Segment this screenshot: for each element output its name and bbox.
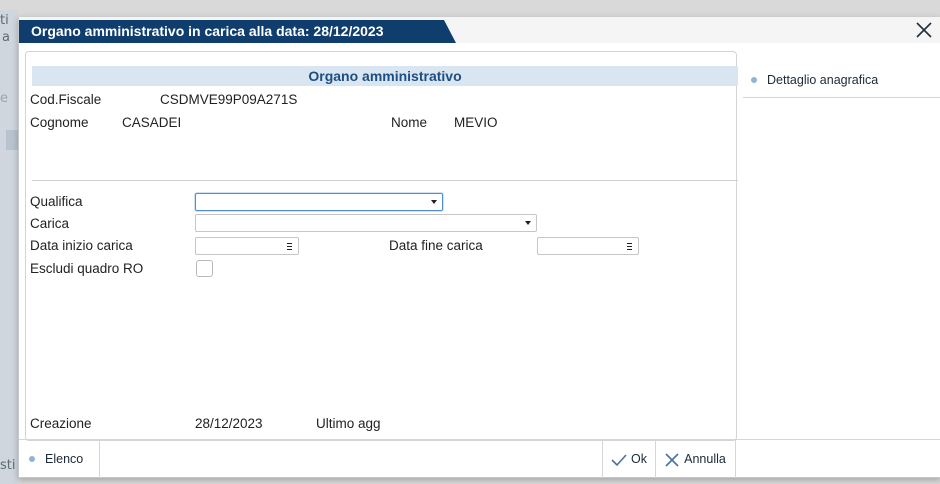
data-inizio-carica-field[interactable] (195, 237, 299, 255)
dialog-titlebar: Organo amministrativo in carica alla dat… (19, 17, 940, 43)
ultimo-agg-label: Ultimo agg (316, 416, 381, 431)
carica-select[interactable] (195, 214, 537, 232)
cod-fiscale-value: CSDMVE99P09A271S (160, 92, 298, 107)
ok-label: Ok (631, 452, 647, 466)
background-fragment-3: e (0, 91, 8, 106)
elenco-label: Elenco (45, 452, 84, 466)
data-fine-carica-label: Data fine carica (389, 238, 483, 253)
close-icon[interactable] (915, 21, 933, 39)
side-item-dettaglio-anagrafica[interactable]: Dettaglio anagrafica (749, 69, 929, 91)
divider (32, 180, 738, 181)
dialog-organo-amministrativo: Organo amministrativo in carica alla dat… (18, 17, 940, 478)
nome-value: MEVIO (454, 115, 498, 130)
bullet-icon (751, 77, 757, 84)
escludi-quadro-ro-checkbox[interactable] (196, 260, 213, 277)
background-fragment-1: ti (0, 13, 9, 28)
calendar-menu-icon[interactable] (287, 243, 292, 250)
close-icon (665, 453, 679, 467)
qualifica-select[interactable] (195, 193, 443, 211)
background-fragment-4: sti (0, 458, 16, 473)
data-inizio-carica-label: Data inizio carica (30, 238, 133, 253)
annulla-label: Annulla (684, 452, 726, 466)
qualifica-label: Qualifica (30, 194, 83, 209)
creazione-value: 28/12/2023 (195, 416, 263, 431)
calendar-menu-icon[interactable] (627, 243, 632, 250)
nome-label: Nome (391, 115, 428, 130)
background-fragment-2: a (2, 30, 10, 45)
side-divider (743, 97, 940, 98)
check-icon (611, 454, 627, 466)
creazione-label: Creazione (30, 416, 92, 431)
chevron-down-icon (525, 221, 531, 225)
cognome-value: CASADEI (122, 115, 182, 130)
side-panel: Dettaglio anagrafica (743, 51, 940, 439)
ok-button[interactable]: Ok (602, 440, 656, 478)
data-fine-carica-field[interactable] (537, 237, 639, 255)
side-item-label: Dettaglio anagrafica (767, 73, 879, 87)
annulla-button[interactable]: Annulla (655, 440, 736, 478)
escludi-quadro-ro-label: Escludi quadro RO (30, 261, 144, 276)
main-panel: Organo amministrativo Cod.Fiscale CSDMVE… (25, 51, 738, 441)
elenco-button[interactable]: Elenco (19, 440, 100, 478)
bullet-icon (29, 456, 35, 463)
background-left-strip (0, 10, 20, 484)
section-header: Organo amministrativo (32, 66, 738, 86)
dialog-title: Organo amministrativo in carica alla dat… (19, 20, 456, 43)
cognome-label: Cognome (30, 115, 89, 130)
chevron-down-icon (431, 200, 437, 204)
carica-label: Carica (30, 216, 70, 231)
cod-fiscale-label: Cod.Fiscale (30, 92, 102, 107)
footer-bar: Elenco Ok Annulla (19, 439, 940, 478)
